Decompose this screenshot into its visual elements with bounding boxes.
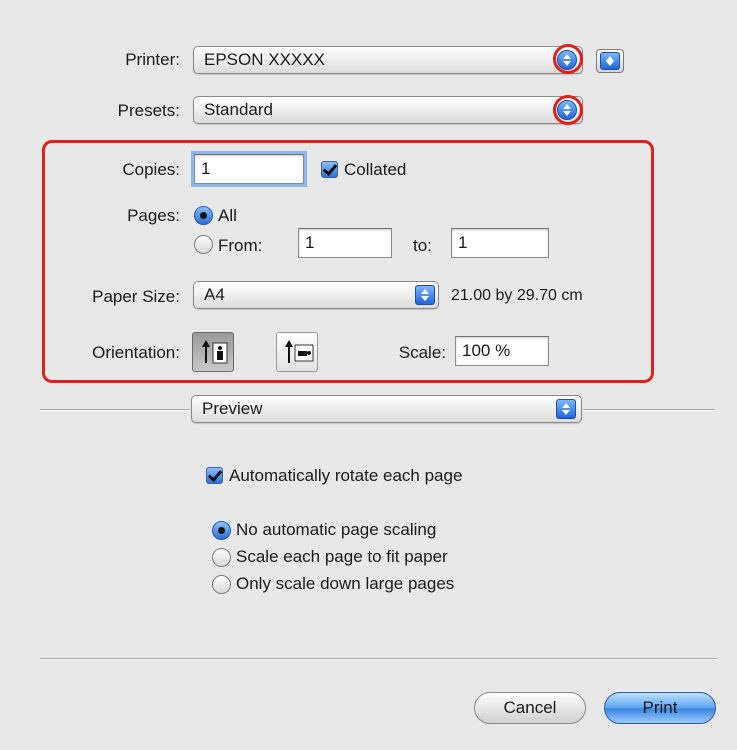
portrait-button[interactable] xyxy=(192,332,234,372)
orientation-label: Orientation: xyxy=(92,343,180,362)
landscape-icon xyxy=(285,340,314,363)
pages-to-field[interactable]: 1 xyxy=(451,228,549,258)
paper-size-stepper-icon xyxy=(415,285,435,305)
no-scaling-radio[interactable] xyxy=(212,521,231,540)
paper-size-value: A4 xyxy=(204,285,225,304)
paper-size-popup[interactable]: A4 xyxy=(193,281,439,309)
pages-to-label: to: xyxy=(413,236,432,255)
scale-label: Scale: xyxy=(398,343,446,362)
pages-from-label: From: xyxy=(218,236,263,255)
presets-highlight-circle xyxy=(553,95,583,125)
presets-label: Presets: xyxy=(117,101,180,120)
printer-popup[interactable]: EPSON XXXXX xyxy=(193,46,583,74)
print-button[interactable]: Print xyxy=(604,692,716,724)
disclosure-button[interactable] xyxy=(596,49,624,73)
paper-dimensions: 21.00 by 29.70 cm xyxy=(451,287,583,304)
pages-all-radio[interactable] xyxy=(194,206,213,225)
section-popup[interactable]: Preview xyxy=(191,395,582,423)
presets-popup[interactable]: Standard xyxy=(193,96,583,124)
collapse-triangle-icon xyxy=(600,52,620,70)
scale-down-radio[interactable] xyxy=(212,575,231,594)
auto-rotate-label: Automatically rotate each page xyxy=(229,466,463,485)
printer-value: EPSON XXXXX xyxy=(204,50,325,69)
fit-paper-label: Scale each page to fit paper xyxy=(236,547,448,566)
pages-label: Pages: xyxy=(127,206,180,225)
separator-left xyxy=(40,409,190,411)
scale-field[interactable]: 100 % xyxy=(455,336,549,366)
bottom-separator xyxy=(40,658,717,660)
auto-rotate-checkbox[interactable] xyxy=(206,467,223,484)
paper-size-label: Paper Size: xyxy=(92,287,180,306)
collated-label: Collated xyxy=(344,160,407,179)
fit-paper-radio[interactable] xyxy=(212,548,231,567)
printer-label: Printer: xyxy=(125,50,180,69)
pages-all-label: All xyxy=(218,206,237,225)
collated-checkbox[interactable] xyxy=(321,161,338,178)
section-value: Preview xyxy=(202,399,263,418)
pages-from-radio[interactable] xyxy=(194,235,213,254)
separator-right xyxy=(583,409,715,411)
printer-highlight-circle xyxy=(553,44,583,74)
no-scaling-label: No automatic page scaling xyxy=(236,520,437,539)
section-stepper-icon xyxy=(556,399,576,419)
presets-value: Standard xyxy=(204,100,273,119)
copies-field[interactable]: 1 xyxy=(191,151,307,187)
copies-label: Copies: xyxy=(122,160,180,179)
pages-from-field[interactable]: 1 xyxy=(298,228,392,258)
scale-down-label: Only scale down large pages xyxy=(236,574,455,593)
landscape-button[interactable] xyxy=(276,332,318,372)
cancel-button[interactable]: Cancel xyxy=(474,692,586,724)
portrait-icon xyxy=(202,340,228,364)
